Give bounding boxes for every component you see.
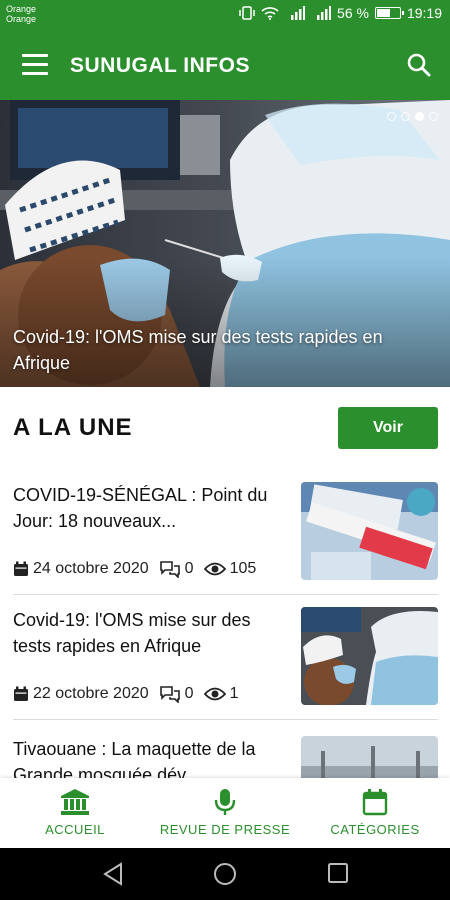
divider — [13, 719, 438, 720]
carousel-dot[interactable] — [415, 112, 424, 121]
calendar-icon — [14, 686, 28, 701]
carousel-indicators — [387, 112, 438, 121]
comments-icon — [159, 686, 180, 703]
nav-accueil[interactable]: ACCUEIL — [0, 788, 150, 837]
signal-3g-icon — [311, 6, 332, 20]
menu-button[interactable] — [22, 54, 48, 76]
article-comments: 0 — [184, 560, 194, 577]
vibrate-icon — [239, 6, 255, 20]
article-views: 1 — [229, 685, 239, 702]
article-date: 22 octobre 2020 — [33, 685, 149, 702]
comments-icon — [159, 561, 180, 578]
search-icon — [407, 53, 431, 77]
app-title: SUNUGAL INFOS — [70, 54, 250, 77]
carrier-2: Orange — [6, 14, 37, 24]
article-comments: 0 — [184, 685, 194, 702]
back-icon[interactable] — [102, 862, 124, 886]
section-title: A LA UNE — [13, 414, 133, 441]
app-bar: SUNUGAL INFOS — [0, 32, 450, 100]
system-navigation-bar — [0, 848, 450, 900]
hero-carousel[interactable]: Covid-19: l'OMS mise sur des tests rapid… — [0, 100, 450, 387]
carousel-dot[interactable] — [401, 112, 410, 121]
battery-percent: 56 % — [337, 5, 369, 21]
article-thumbnail — [301, 607, 438, 705]
article-meta: 22 octobre 2020 0 1 — [13, 685, 248, 703]
microphone-icon — [214, 789, 236, 815]
menu-icon — [22, 54, 48, 57]
nav-revue-de-presse[interactable]: REVUE DE PRESSE — [150, 788, 300, 837]
list-item[interactable]: COVID-19-SÉNÉGAL : Point du Jour: 18 nou… — [13, 482, 438, 594]
nav-label: REVUE DE PRESSE — [159, 822, 291, 837]
wifi-icon — [261, 6, 279, 20]
signal-4g-icon — [285, 6, 306, 20]
carrier-names: Orange Orange — [6, 4, 36, 24]
eye-icon — [203, 687, 226, 701]
list-item[interactable]: Covid-19: l'OMS mise sur des tests rapid… — [13, 607, 438, 719]
battery-icon — [374, 7, 404, 19]
article-thumbnail — [301, 482, 438, 580]
list-item[interactable]: Tivaouane : La maquette de la Grande mos… — [13, 736, 438, 778]
bank-icon — [61, 789, 89, 815]
article-views: 105 — [229, 560, 257, 577]
article-thumbnail — [301, 736, 438, 778]
hero-caption[interactable]: Covid-19: l'OMS mise sur des tests rapid… — [13, 324, 433, 376]
article-date: 24 octobre 2020 — [33, 560, 149, 577]
eye-icon — [203, 562, 226, 576]
calendar-icon — [362, 789, 388, 816]
status-bar: Orange Orange 56 % 19:19 — [0, 0, 450, 32]
carousel-dot[interactable] — [387, 112, 396, 121]
voir-button[interactable]: Voir — [338, 407, 438, 449]
article-title: Tivaouane : La maquette de la Grande mos… — [13, 739, 256, 778]
article-title: Covid-19: l'OMS mise sur des tests rapid… — [13, 610, 251, 656]
nav-label: ACCUEIL — [45, 822, 105, 837]
calendar-icon — [14, 561, 28, 576]
article-meta: 24 octobre 2020 0 105 — [13, 560, 266, 578]
search-button[interactable] — [406, 52, 432, 78]
nav-categories[interactable]: CATÉGORIES — [300, 788, 450, 837]
divider — [13, 594, 438, 595]
recents-icon[interactable] — [327, 862, 349, 884]
bottom-navigation: ACCUEIL REVUE DE PRESSE CATÉGORIES — [0, 778, 450, 848]
carrier-1: Orange — [6, 4, 37, 14]
carousel-dot[interactable] — [429, 112, 438, 121]
clock: 19:19 — [406, 5, 442, 21]
nav-label: CATÉGORIES — [330, 822, 420, 837]
home-icon[interactable] — [213, 862, 237, 886]
article-title: COVID-19-SÉNÉGAL : Point du Jour: 18 nou… — [13, 485, 268, 531]
